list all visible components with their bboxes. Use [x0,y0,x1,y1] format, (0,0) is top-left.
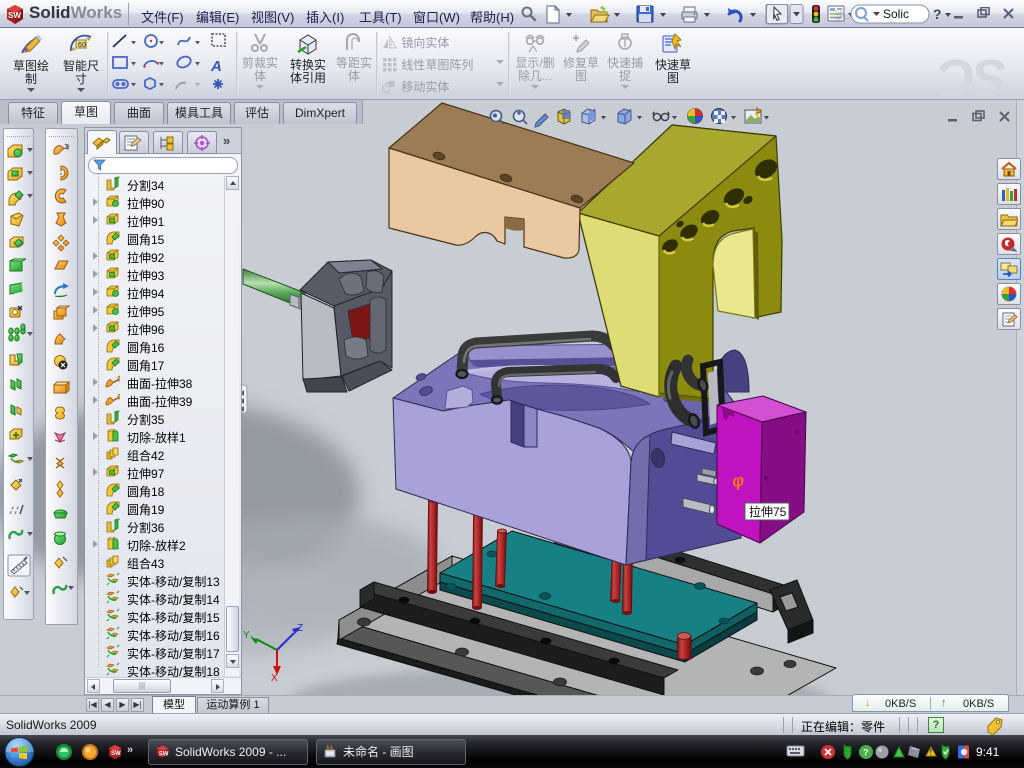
svg-text:SW: SW [8,11,21,20]
svg-text:»: » [127,744,133,756]
svg-text:沙..: 沙.. [834,10,850,22]
svg-text:Solic: Solic [883,7,909,21]
svg-text:Z: Z [297,623,303,634]
svg-text:X: X [271,673,278,684]
svg-text:Y: Y [243,630,250,641]
svg-text:SW: SW [159,750,169,757]
svg-text:A: A [210,58,222,75]
svg-text:?: ? [933,6,942,22]
svg-text:SW: SW [111,751,121,757]
svg-text:60: 60 [78,42,86,49]
svg-text:?: ? [863,748,869,758]
svg-text:!: ! [930,748,933,757]
svg-text:拉伸75: 拉伸75 [749,504,787,519]
